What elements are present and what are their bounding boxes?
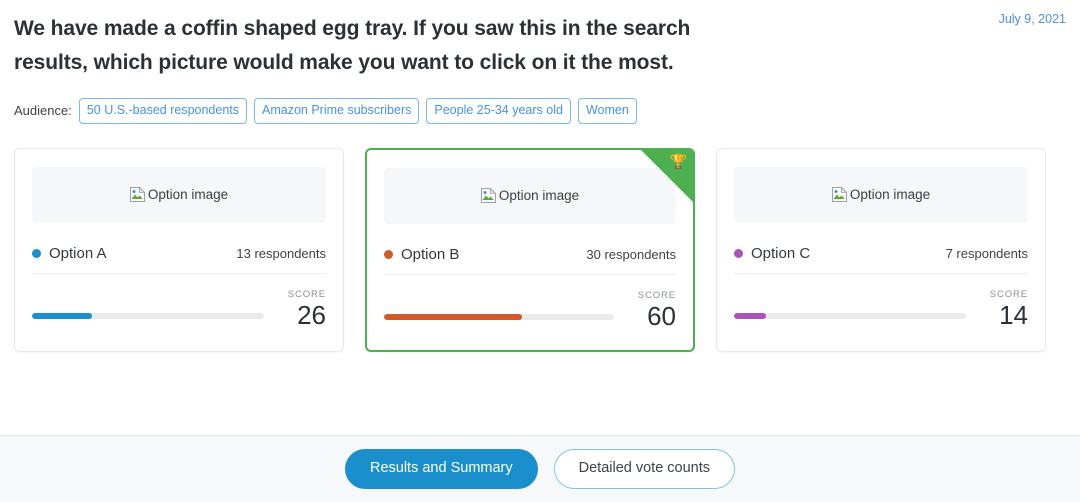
option-respondents: 30 respondents xyxy=(586,246,676,262)
audience-tag-age[interactable]: People 25-34 years old xyxy=(426,98,571,124)
broken-image-alt-text: Option image xyxy=(147,187,229,202)
option-respondents: 7 respondents xyxy=(945,245,1028,261)
option-score-block: SCORE 26 xyxy=(32,288,326,330)
tab-results-and-summary[interactable]: Results and Summary xyxy=(344,449,538,489)
broken-image-alt-text: Option image xyxy=(498,188,580,203)
broken-image-icon xyxy=(129,187,145,202)
score-caption: SCORE xyxy=(637,289,676,301)
score-caption: SCORE xyxy=(989,288,1028,300)
option-score-block: SCORE 14 xyxy=(734,288,1028,330)
score-bar xyxy=(734,313,966,319)
option-summary-row: Option C 7 respondents xyxy=(734,245,1028,274)
audience-label: Audience: xyxy=(14,103,72,119)
option-color-dot xyxy=(384,249,393,259)
score-bar-fill xyxy=(32,313,93,319)
broken-image: Option image xyxy=(129,187,229,202)
page-title: We have made a coffin shaped egg tray. I… xyxy=(14,17,691,74)
option-respondents: 13 respondents xyxy=(236,245,326,261)
score-column: SCORE 26 xyxy=(280,288,326,330)
option-color-dot xyxy=(734,248,743,258)
score-caption: SCORE xyxy=(287,288,326,300)
score-bar-track xyxy=(384,314,614,320)
score-bar-fill xyxy=(734,313,767,319)
option-label: Option C xyxy=(751,244,811,262)
broken-image: Option image xyxy=(831,187,931,202)
option-image-placeholder: Option image xyxy=(384,167,676,224)
broken-image-icon xyxy=(831,187,847,202)
footer-toolbar: Results and Summary Detailed vote counts xyxy=(0,435,1080,502)
score-bar xyxy=(384,314,614,320)
option-card-b[interactable]: 🏆 Option image Option B 30 respondents S… xyxy=(365,147,695,352)
tab-detailed-vote-counts[interactable]: Detailed vote counts xyxy=(553,449,736,489)
header: We have made a coffin shaped egg tray. I… xyxy=(0,0,1080,80)
option-card-a[interactable]: Option image Option A 13 respondents SCO… xyxy=(14,147,344,352)
score-bar xyxy=(32,313,264,319)
option-identity: Option C xyxy=(734,245,810,262)
poll-date: July 9, 2021 xyxy=(998,12,1066,26)
option-image-placeholder: Option image xyxy=(32,166,326,223)
score-bar-fill xyxy=(384,314,522,320)
broken-image: Option image xyxy=(480,188,580,203)
audience-tag-respondents[interactable]: 50 U.S.-based respondents xyxy=(78,98,248,124)
option-label: Option A xyxy=(49,244,107,262)
option-cards: Option image Option A 13 respondents SCO… xyxy=(0,124,1080,352)
score-column: SCORE 60 xyxy=(630,289,676,331)
option-identity: Option A xyxy=(32,245,107,262)
option-color-dot xyxy=(32,248,41,258)
audience-row: Audience: 50 U.S.-based respondents Amaz… xyxy=(0,80,1080,124)
option-summary-row: Option B 30 respondents xyxy=(384,246,676,275)
option-score-block: SCORE 60 xyxy=(384,289,676,331)
score-value: 14 xyxy=(999,300,1028,330)
score-value: 26 xyxy=(297,300,326,330)
option-label: Option B xyxy=(401,245,460,263)
score-bar-track xyxy=(32,313,264,319)
broken-image-icon xyxy=(480,188,496,203)
audience-tag-prime[interactable]: Amazon Prime subscribers xyxy=(254,98,420,124)
score-bar-track xyxy=(734,313,966,319)
option-image-placeholder: Option image xyxy=(734,166,1028,223)
score-column: SCORE 14 xyxy=(982,288,1028,330)
broken-image-alt-text: Option image xyxy=(849,187,931,202)
score-value: 60 xyxy=(647,301,676,331)
audience-tag-gender[interactable]: Women xyxy=(577,98,637,124)
option-identity: Option B xyxy=(384,246,459,263)
trophy-icon: 🏆 xyxy=(669,152,687,169)
poll-results-page: We have made a coffin shaped egg tray. I… xyxy=(0,0,1080,502)
option-summary-row: Option A 13 respondents xyxy=(32,245,326,274)
option-card-c[interactable]: Option image Option C 7 respondents SCOR… xyxy=(716,147,1046,352)
